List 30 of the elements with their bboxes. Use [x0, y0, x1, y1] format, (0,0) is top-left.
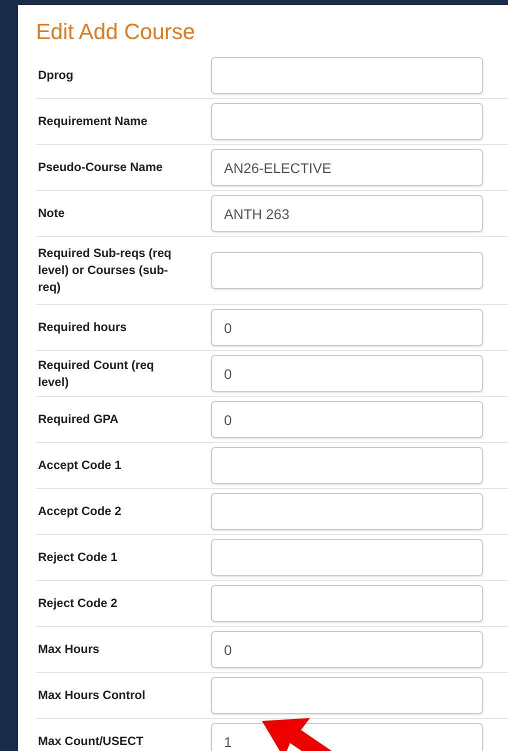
- input-field[interactable]: 0: [211, 631, 483, 668]
- field-label: Max Hours Control: [37, 687, 146, 704]
- field-label: Required Sub-reqs (req level) or Courses (sub-req): [37, 245, 172, 296]
- input-field[interactable]: AN26-ELECTIVE: [211, 149, 483, 186]
- input-field[interactable]: 0: [211, 401, 483, 438]
- field-label: Max Count/USECT: [37, 733, 144, 750]
- field-label: Reject Code 2: [37, 595, 118, 612]
- page-title: Edit Add Course: [36, 19, 196, 45]
- input-field[interactable]: [211, 57, 483, 94]
- input-field[interactable]: [211, 539, 483, 576]
- input-field[interactable]: [211, 252, 483, 289]
- field-label: Required GPA: [37, 411, 120, 428]
- field-label: Max Hours: [37, 641, 100, 658]
- field-label: Required Count (req level): [37, 356, 155, 390]
- input-field[interactable]: 0: [211, 309, 483, 346]
- input-field[interactable]: [211, 447, 483, 484]
- field-label: Dprog: [37, 67, 74, 84]
- field-label: Accept Code 1: [37, 457, 122, 474]
- field-label: Pseudo-Course Name: [37, 159, 164, 176]
- input-field[interactable]: ANTH 263: [211, 195, 483, 232]
- field-label: Note: [37, 205, 66, 222]
- input-field[interactable]: [211, 493, 483, 530]
- field-label: Requirement Name: [37, 113, 148, 130]
- field-label: Accept Code 2: [37, 503, 122, 520]
- field-label: Required hours: [37, 319, 128, 336]
- input-field[interactable]: [211, 585, 483, 622]
- field-label: Reject Code 1: [37, 549, 118, 566]
- input-field[interactable]: 0: [211, 355, 483, 392]
- input-field[interactable]: [211, 103, 483, 140]
- input-field[interactable]: [211, 677, 483, 714]
